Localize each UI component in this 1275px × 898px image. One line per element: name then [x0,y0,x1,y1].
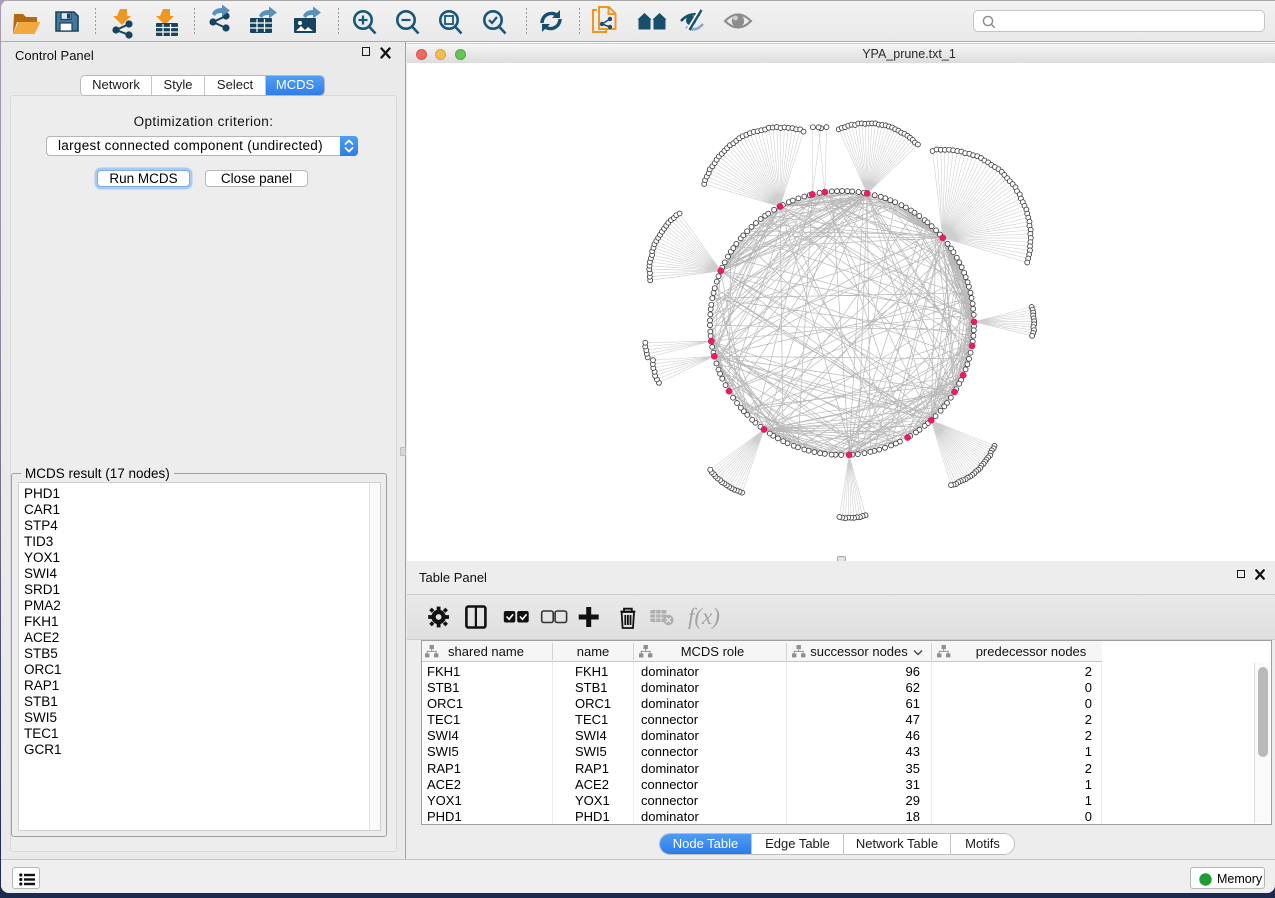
svg-text:f(x): f(x) [688,604,720,629]
